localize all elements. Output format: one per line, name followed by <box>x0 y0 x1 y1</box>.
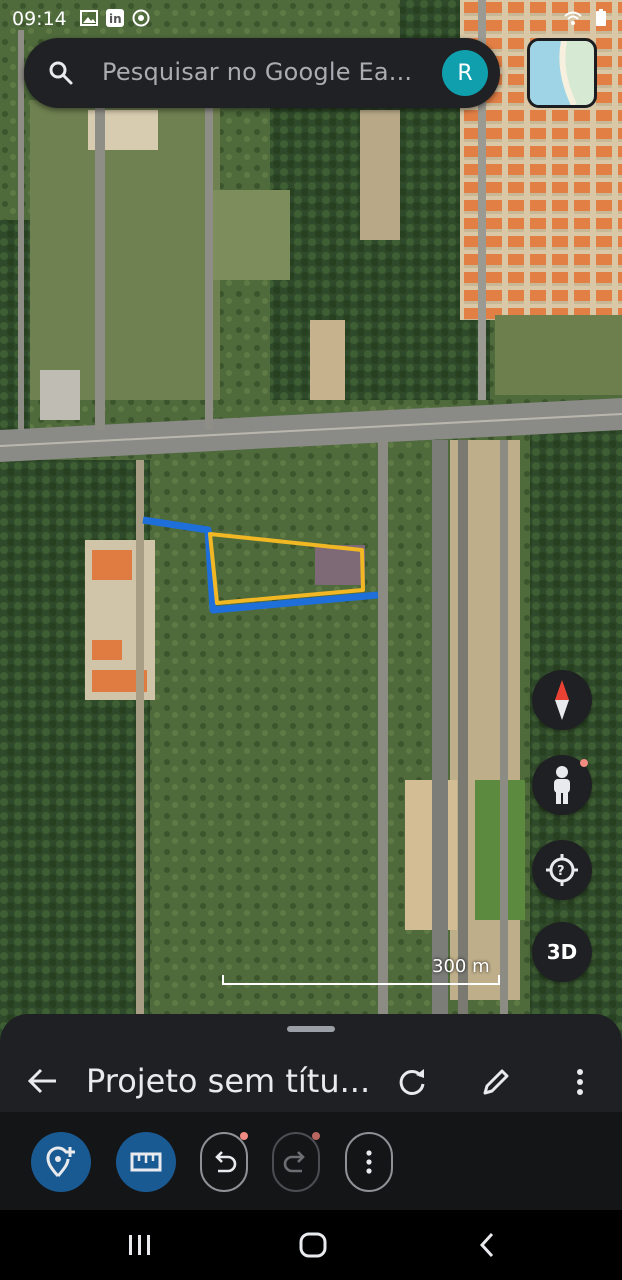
pegman-icon <box>554 766 570 804</box>
more-options-button[interactable] <box>566 1066 594 1098</box>
svg-text:?: ? <box>557 864 565 879</box>
search-icon <box>48 60 74 86</box>
svg-text:in: in <box>109 12 122 26</box>
whatsapp-icon <box>132 9 150 27</box>
battery-icon <box>592 9 610 27</box>
drag-handle[interactable] <box>287 1026 335 1032</box>
scale-bar <box>222 975 500 985</box>
account-avatar[interactable]: R <box>442 50 488 96</box>
system-navigation-bar <box>0 1210 622 1280</box>
toggle-3d-button[interactable]: 3D <box>532 922 592 982</box>
map-layer-icon <box>530 41 594 105</box>
notification-icons: in <box>80 9 150 27</box>
scale-label: 300 m <box>432 956 490 977</box>
recents-icon <box>129 1235 150 1255</box>
linkedin-icon: in <box>106 9 124 27</box>
add-placemark-button[interactable] <box>31 1132 91 1192</box>
street-view-button[interactable] <box>532 755 592 815</box>
gallery-icon <box>80 9 98 27</box>
drawing-toolbar <box>0 1112 622 1210</box>
refresh-button[interactable] <box>396 1066 428 1098</box>
my-location-button[interactable]: ? <box>532 840 592 900</box>
edit-button[interactable] <box>480 1066 512 1098</box>
back-button[interactable] <box>26 1064 60 1098</box>
status-bar: 09:14 in <box>0 0 622 36</box>
undo-button[interactable] <box>200 1132 248 1192</box>
map-style-button[interactable] <box>527 38 597 108</box>
notification-dot <box>580 759 588 767</box>
wifi-icon <box>564 9 582 27</box>
undo-icon <box>215 1151 237 1173</box>
project-title[interactable]: Projeto sem títu... <box>86 1062 370 1100</box>
toolbar-more-button[interactable] <box>345 1132 393 1192</box>
chevron-left-icon <box>479 1232 494 1258</box>
refresh-icon <box>399 1069 425 1095</box>
home-icon <box>299 1232 327 1258</box>
redo-button[interactable] <box>272 1132 320 1192</box>
search-input[interactable]: Pesquisar no Google Ea... <box>102 58 432 86</box>
status-time: 09:14 <box>12 8 67 30</box>
redo-icon <box>283 1151 305 1173</box>
redo-indicator-dot <box>312 1132 320 1140</box>
project-sheet: Projeto sem títu... <box>0 1014 622 1210</box>
home-button[interactable] <box>298 1230 328 1260</box>
arrow-left-icon <box>27 1068 56 1094</box>
locate-icon: ? <box>546 854 578 886</box>
add-location-icon <box>46 1146 75 1177</box>
measure-button[interactable] <box>116 1132 176 1192</box>
pencil-icon <box>483 1069 509 1095</box>
system-icons <box>564 9 610 27</box>
search-bar[interactable]: Pesquisar no Google Ea... R <box>24 38 500 108</box>
ruler-icon <box>130 1152 162 1172</box>
undo-indicator-dot <box>240 1132 248 1140</box>
compass-button[interactable] <box>532 670 592 730</box>
compass-icon <box>555 680 569 720</box>
recent-apps-button[interactable] <box>125 1230 155 1260</box>
toggle-3d-label: 3D <box>546 940 578 964</box>
satellite-map[interactable] <box>0 0 622 1040</box>
more-vert-icon <box>577 1069 583 1095</box>
more-vert-icon <box>366 1150 372 1174</box>
back-nav-button[interactable] <box>472 1230 502 1260</box>
